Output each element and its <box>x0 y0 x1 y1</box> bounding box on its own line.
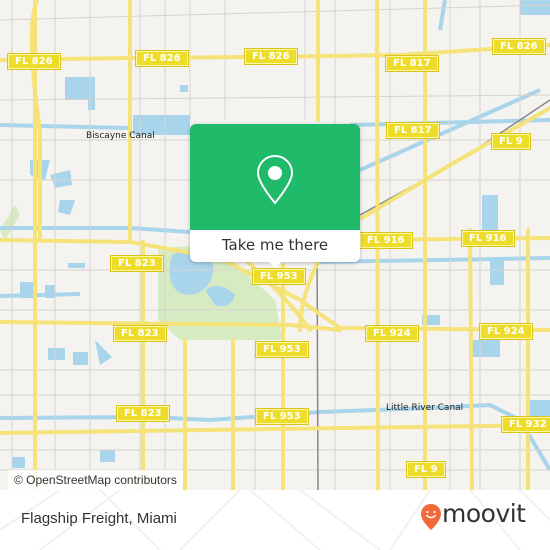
route-shield: FL 826 <box>135 50 189 67</box>
map-pin-icon <box>256 154 294 205</box>
canal-label-biscayne: Biscayne Canal <box>86 131 155 141</box>
route-shield: FL 916 <box>359 232 413 249</box>
route-shield: FL 916 <box>461 230 515 247</box>
route-shield: FL 823 <box>110 255 164 272</box>
route-shield: FL 953 <box>255 408 309 425</box>
route-shield: FL 817 <box>386 122 440 139</box>
route-shield: FL 924 <box>365 325 419 342</box>
place-name: Flagship Freight, Miami <box>21 510 177 527</box>
route-shield: FL 817 <box>385 55 439 72</box>
footer: Flagship Freight, Miami moovit <box>0 490 550 550</box>
route-shield: FL 823 <box>113 325 167 342</box>
location-popup: Take me there <box>190 124 360 268</box>
popup-tail <box>267 260 283 268</box>
take-me-there-button[interactable]: Take me there <box>190 230 360 262</box>
route-shield: FL 826 <box>7 53 61 70</box>
route-shield: FL 9 <box>491 133 531 150</box>
route-shield: FL 9 <box>406 461 446 478</box>
map-attribution[interactable]: © OpenStreetMap contributors <box>8 470 183 490</box>
route-shield: FL 932 <box>501 416 550 433</box>
brand-name: moovit <box>442 499 526 528</box>
route-shield: FL 924 <box>479 323 533 340</box>
route-shield: FL 826 <box>244 48 298 65</box>
popup-header <box>190 124 360 230</box>
moovit-smile-pin-icon <box>421 504 441 530</box>
route-shield: FL 823 <box>116 405 170 422</box>
map[interactable]: FL 826 FL 826 FL 826 FL 817 FL 817 FL 81… <box>0 0 550 490</box>
route-shield: FL 953 <box>255 341 309 358</box>
moovit-logo[interactable]: moovit <box>420 499 526 533</box>
route-shield: FL 826 <box>492 38 546 55</box>
route-shield: FL 953 <box>252 268 306 285</box>
canal-label-little-river: Little River Canal <box>386 403 464 413</box>
